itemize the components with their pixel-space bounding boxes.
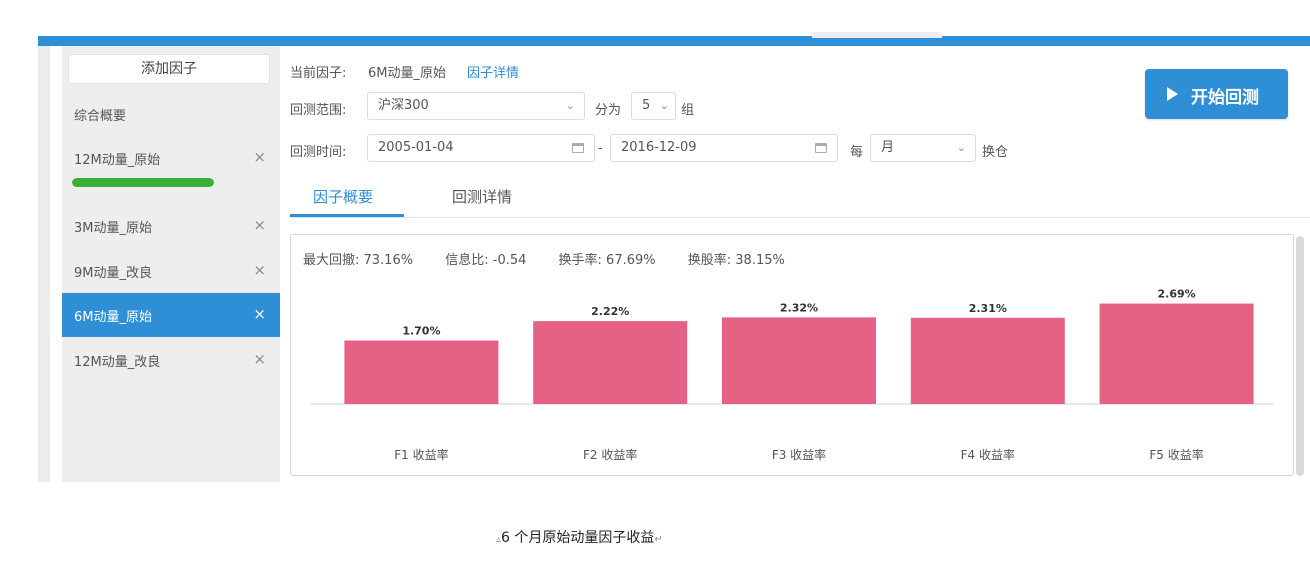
x-tick-label: F4 收益率	[961, 447, 1015, 462]
panel-scrollbar[interactable]	[1296, 236, 1304, 476]
start-date-field[interactable]: 2005-01-04	[367, 134, 595, 162]
factor-overview-panel: 最大回撤: 73.16% 信息比: -0.54 换手率: 67.69% 换股率:…	[290, 234, 1294, 476]
sidebar-item-12m-raw[interactable]: 12M动量_原始 ×	[62, 136, 280, 180]
x-tick-label: F5 收益率	[1149, 447, 1203, 462]
sidebar-item-label: 9M动量_改良	[74, 266, 152, 281]
sidebar-item-label: 12M动量_原始	[74, 153, 161, 168]
factor-progress-fill	[72, 178, 214, 187]
bar-1	[344, 340, 499, 404]
close-icon[interactable]: ×	[253, 261, 266, 279]
group-suffix-label: 组	[681, 103, 695, 118]
chevron-down-icon: ⌄	[659, 99, 669, 112]
end-date-value: 2016-12-09	[621, 140, 697, 155]
factor-details-link[interactable]: 因子详情	[467, 62, 519, 81]
main-content: 当前因子: 6M动量_原始 因子详情 回测范围: 沪深300 ⌄ 分为 5 ⌄ …	[280, 46, 1310, 482]
top-bar-tab	[812, 32, 942, 38]
close-icon[interactable]: ×	[253, 148, 266, 166]
group-count-value: 5	[642, 98, 651, 113]
tab-bar: 因子概要 回测详情	[290, 176, 1310, 218]
tab-factor-overview[interactable]: 因子概要	[313, 186, 373, 207]
sidebar-item-6m-raw[interactable]: 6M动量_原始 ×	[62, 293, 280, 337]
add-factor-button[interactable]: 添加因子	[68, 54, 270, 84]
group-prefix-label: 分为	[595, 103, 622, 118]
bar-5	[1099, 303, 1254, 404]
active-tab-indicator	[290, 214, 404, 217]
current-factor-value: 6M动量_原始	[368, 66, 446, 81]
stock-turnover-metric: 换股率: 38.15%	[687, 253, 785, 268]
info-ratio-metric: 信息比: -0.54	[445, 253, 527, 268]
start-date-value: 2005-01-04	[378, 140, 454, 155]
bar-value-label: 1.70%	[402, 325, 440, 338]
figure-caption: ▵6 个月原始动量因子收益↵	[496, 527, 663, 547]
calendar-icon[interactable]	[572, 143, 584, 153]
close-icon[interactable]: ×	[253, 216, 266, 234]
bar-value-label: 2.32%	[780, 301, 818, 314]
group-return-bar-chart: 1.70% F1 收益率 2.22% F2 收益率 2.32% F3 收益率 2.31% F4…	[311, 288, 1273, 462]
x-tick-label: F1 收益率	[394, 447, 448, 462]
caption-text: 6 个月原始动量因子收益	[501, 530, 655, 546]
caption-end-mark: ↵	[654, 534, 663, 545]
play-icon	[1167, 87, 1178, 101]
bar-value-label: 2.69%	[1158, 288, 1196, 301]
date-separator: -	[598, 141, 603, 156]
bar-value-label: 2.22%	[591, 305, 629, 318]
close-icon[interactable]: ×	[253, 350, 266, 368]
time-label: 回测时间:	[290, 145, 347, 160]
max-drawdown-metric: 最大回撤: 73.16%	[303, 253, 414, 268]
chevron-down-icon: ⌄	[565, 99, 575, 112]
every-label: 每	[850, 145, 864, 160]
turnover-metric: 换手率: 67.69%	[558, 253, 656, 268]
left-gutter	[38, 46, 50, 482]
rebalance-label: 换仓	[982, 145, 1009, 160]
x-tick-label: F3 收益率	[772, 447, 826, 462]
sidebar-item-label: 综合概要	[74, 109, 127, 124]
current-factor-label: 当前因子:	[290, 66, 347, 81]
metrics-row: 最大回撤: 73.16% 信息比: -0.54 换手率: 67.69% 换股率:…	[303, 249, 813, 268]
frequency-select[interactable]: 月 ⌄	[870, 134, 976, 162]
sidebar-item-overview[interactable]: 综合概要	[62, 92, 280, 136]
close-icon[interactable]: ×	[253, 305, 266, 323]
sidebar-item-label: 12M动量_改良	[74, 355, 161, 370]
tab-backtest-details[interactable]: 回测详情	[452, 186, 512, 207]
sidebar-item-label: 3M动量_原始	[74, 221, 152, 236]
sidebar-item-label: 6M动量_原始	[74, 310, 152, 325]
x-tick-label: F2 收益率	[583, 447, 637, 462]
start-backtest-label: 开始回测	[1191, 88, 1259, 108]
top-app-bar	[38, 36, 1310, 46]
group-count-select[interactable]: 5 ⌄	[631, 92, 676, 120]
factor-sidebar: 添加因子 综合概要 12M动量_原始 × 3M动量_原始 × 9M动量_改良 ×…	[62, 46, 280, 482]
range-select-value: 沪深300	[378, 98, 429, 113]
sidebar-item-9m-improved[interactable]: 9M动量_改良 ×	[62, 249, 280, 293]
start-backtest-button[interactable]: 开始回测	[1145, 69, 1288, 119]
frequency-value: 月	[881, 140, 895, 155]
bar-3	[722, 317, 876, 404]
factor-progress-bar	[72, 178, 214, 187]
bar-2	[533, 321, 688, 404]
sidebar-item-12m-improved[interactable]: 12M动量_改良 ×	[62, 338, 280, 382]
range-label: 回测范围:	[290, 103, 347, 118]
end-date-field[interactable]: 2016-12-09	[610, 134, 838, 162]
bar-value-label: 2.31%	[969, 302, 1007, 315]
bar-4	[910, 317, 1065, 404]
calendar-icon[interactable]	[815, 143, 827, 153]
range-select[interactable]: 沪深300 ⌄	[367, 92, 585, 120]
chevron-down-icon: ⌄	[956, 141, 966, 154]
sidebar-item-3m-raw[interactable]: 3M动量_原始 ×	[62, 204, 280, 248]
